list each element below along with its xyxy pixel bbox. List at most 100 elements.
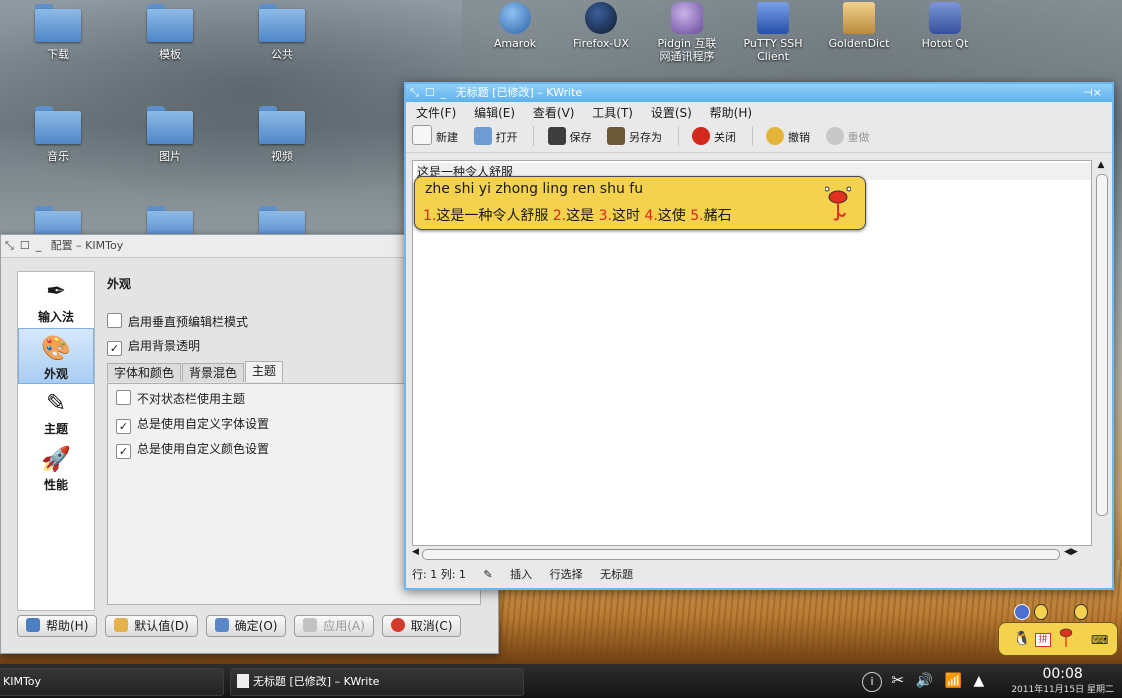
close-button[interactable]: 关闭 <box>692 124 736 152</box>
button-label: 保存 <box>569 131 592 144</box>
desktop-folder-videos[interactable]: 视频 <box>242 106 322 164</box>
desktop-folder-templates[interactable]: 模板 <box>130 4 210 62</box>
keyboard-icon[interactable]: ⌨ <box>1091 633 1108 647</box>
launcher-pidgin[interactable]: Pidgin 互联 网通讯程序 <box>647 2 727 63</box>
no-statusbar-theme-checkbox[interactable]: 不对状态栏使用主题 <box>116 390 245 407</box>
tab-theme[interactable]: 主题 <box>245 361 284 382</box>
candidate-2[interactable]: 2.这是 <box>553 208 594 224</box>
scrollbar-track[interactable] <box>422 549 1060 560</box>
scroll-up-icon[interactable]: ▲ <box>1094 160 1108 170</box>
launcher-firefox[interactable]: Firefox-UX <box>561 2 641 50</box>
checkbox-box[interactable] <box>116 390 131 405</box>
expand-tray-icon[interactable]: ▲ <box>973 673 984 689</box>
undo-icon <box>766 127 784 145</box>
menu-tools[interactable]: 工具(T) <box>592 106 633 120</box>
checkbox-box[interactable]: ✓ <box>107 341 122 356</box>
redo-button[interactable]: 重做 <box>825 124 870 152</box>
volume-icon[interactable]: 🔊 <box>916 673 933 689</box>
ok-button[interactable]: 确定(O) <box>205 615 287 637</box>
menu-file[interactable]: 文件(F) <box>416 106 456 120</box>
task-kwrite[interactable]: 无标题 [已修改] – KWrite <box>230 668 524 696</box>
vertical-preedit-checkbox[interactable]: 启用垂直预编辑栏模式 <box>107 313 248 330</box>
desktop-folder-downloads[interactable]: 下载 <box>18 4 98 62</box>
kwrite-window: ⤡ ☐ _ 无标题 [已修改] – KWrite ⊣× 文件(F) 编辑(E) 查看… <box>404 82 1114 590</box>
desktop-folder-music[interactable]: 音乐 <box>18 106 98 164</box>
task-kimtoy[interactable]: KIMToy <box>0 668 224 696</box>
horizontal-scrollbar[interactable]: ◀ ◀▶ <box>412 547 1092 560</box>
maximize-icon[interactable]: ☐ <box>20 239 30 252</box>
custom-color-checkbox[interactable]: ✓ 总是使用自定义颜色设置 <box>116 440 269 459</box>
open-button[interactable]: 打开 <box>473 124 518 152</box>
minimize-icon[interactable]: _ <box>36 239 42 252</box>
candidate-1[interactable]: 1.这是一种令人舒服 <box>423 208 548 224</box>
folder-icon <box>35 106 81 144</box>
mascot-eye-icon <box>1034 604 1048 620</box>
appearance-tabs: 字体和颜色 背景混色 主题 <box>107 361 284 384</box>
help-button[interactable]: 帮助(H) <box>17 615 98 637</box>
save-as-button[interactable]: 另存为 <box>607 124 662 152</box>
apply-button[interactable]: 应用(A) <box>294 615 374 637</box>
checkbox-box[interactable]: ✓ <box>116 419 131 434</box>
minimize-icon[interactable]: _ <box>441 86 447 99</box>
scroll-right-icon[interactable]: ◀▶ <box>1064 547 1078 557</box>
button-label: 确定(O) <box>234 619 278 633</box>
sidebar-item-appearance[interactable]: 🎨 外观 <box>18 328 94 384</box>
cancel-icon <box>390 618 405 632</box>
new-button[interactable]: 新建 <box>412 124 458 152</box>
checkbox-label: 启用垂直预编辑栏模式 <box>128 315 249 329</box>
candidate-3[interactable]: 3.这时 <box>599 208 640 224</box>
candidate-4[interactable]: 4.这使 <box>644 208 685 224</box>
toolbar-separator <box>677 126 679 146</box>
selection-mode[interactable]: 行选择 <box>550 568 583 581</box>
cancel-button[interactable]: 取消(C) <box>381 615 462 637</box>
checkbox-box[interactable] <box>107 313 122 328</box>
help-icon <box>26 618 40 632</box>
ime-status-toolbar[interactable]: 🐧 拼 ⌨ <box>998 622 1118 656</box>
mascot-icon[interactable] <box>1055 625 1077 651</box>
launcher-goldendict[interactable]: GoldenDict <box>819 2 899 50</box>
info-icon[interactable]: i <box>862 672 882 692</box>
scissors-icon[interactable]: ✂ <box>892 671 905 689</box>
close-window-icon[interactable]: ⊣× <box>1083 84 1102 102</box>
candidate-5[interactable]: 5.赭石 <box>690 208 731 224</box>
clock[interactable]: 00:08 2011年11月15日 星期二 <box>1011 666 1114 695</box>
tab-font-color[interactable]: 字体和颜色 <box>107 363 182 382</box>
save-button[interactable]: 保存 <box>547 124 592 152</box>
wifi-icon[interactable]: 📶 <box>945 673 962 689</box>
checkbox-box[interactable]: ✓ <box>116 444 131 459</box>
launcher-putty[interactable]: PuTTY SSH Client <box>733 2 813 63</box>
owl-icon[interactable] <box>1014 604 1030 620</box>
bg-transparent-checkbox[interactable]: ✓ 启用背景透明 <box>107 337 200 356</box>
undo-button[interactable]: 撤销 <box>766 124 810 152</box>
folder-label: 图片 <box>159 150 181 163</box>
insert-mode[interactable]: 插入 <box>510 568 532 581</box>
desktop-folder-pictures[interactable]: 图片 <box>130 106 210 164</box>
desktop-folder-public[interactable]: 公共 <box>242 4 322 62</box>
sidebar-item-performance[interactable]: 🚀 性能 <box>18 440 94 496</box>
vertical-scrollbar[interactable]: ▲ <box>1094 160 1108 544</box>
sidebar-item-input-method[interactable]: ✒ 输入法 <box>18 272 94 328</box>
clock-time: 00:08 <box>1042 666 1083 682</box>
menu-view[interactable]: 查看(V) <box>533 106 575 120</box>
menu-edit[interactable]: 编辑(E) <box>474 106 515 120</box>
sidebar-item-theme[interactable]: ✎ 主题 <box>18 384 94 440</box>
document-icon <box>237 674 249 688</box>
tab-bg-blend[interactable]: 背景混色 <box>182 363 245 382</box>
launcher-amarok[interactable]: Amarok <box>475 2 555 50</box>
pin-icon[interactable]: ⤡ <box>5 239 14 252</box>
menu-help[interactable]: 帮助(H) <box>710 106 752 120</box>
maximize-icon[interactable]: ☐ <box>425 86 435 99</box>
launcher-hotot[interactable]: Hotot Qt <box>905 2 985 50</box>
pinyin-mode-icon[interactable]: 拼 <box>1035 633 1051 647</box>
toolbar-separator <box>751 126 753 146</box>
menu-settings[interactable]: 设置(S) <box>651 106 692 120</box>
folder-label: 下载 <box>47 48 69 61</box>
kwrite-titlebar[interactable]: ⤡ ☐ _ 无标题 [已修改] – KWrite ⊣× <box>406 84 1112 102</box>
custom-font-checkbox[interactable]: ✓ 总是使用自定义字体设置 <box>116 415 269 434</box>
scrollbar-track[interactable] <box>1096 174 1108 516</box>
folder-icon <box>147 106 193 144</box>
pin-icon[interactable]: ⤡ <box>410 86 419 99</box>
defaults-button[interactable]: 默认值(D) <box>105 615 198 637</box>
scroll-left-icon[interactable]: ◀ <box>412 547 419 557</box>
penguin-icon[interactable]: 🐧 <box>1013 631 1030 647</box>
